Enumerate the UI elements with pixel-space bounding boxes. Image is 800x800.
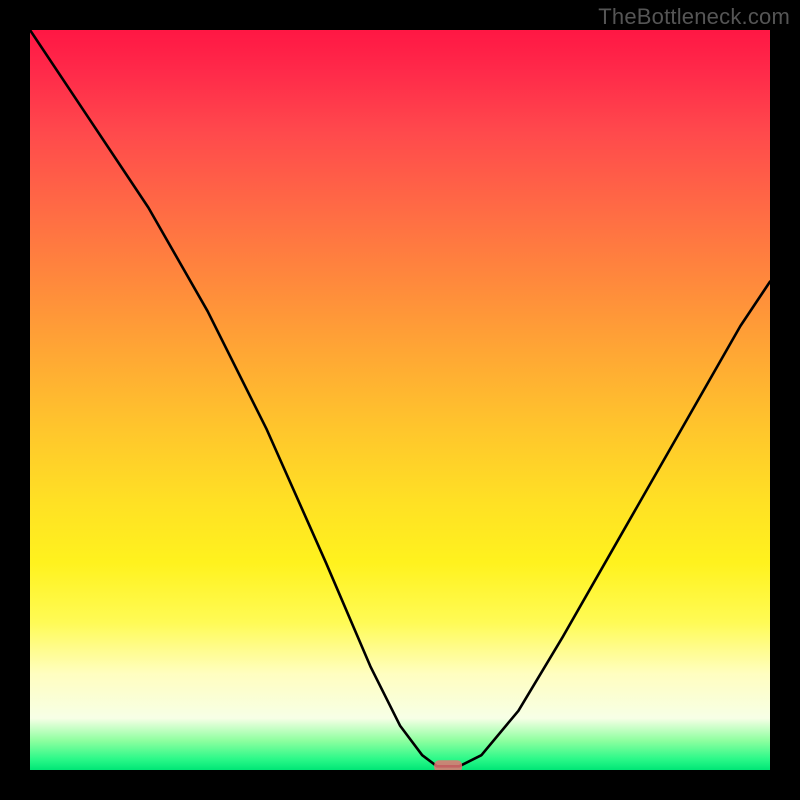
chart-frame: TheBottleneck.com [0, 0, 800, 800]
bottleneck-curve [30, 30, 770, 766]
curve-layer [30, 30, 770, 770]
watermark-text: TheBottleneck.com [598, 4, 790, 30]
bottleneck-marker [434, 760, 462, 770]
plot-area [30, 30, 770, 770]
